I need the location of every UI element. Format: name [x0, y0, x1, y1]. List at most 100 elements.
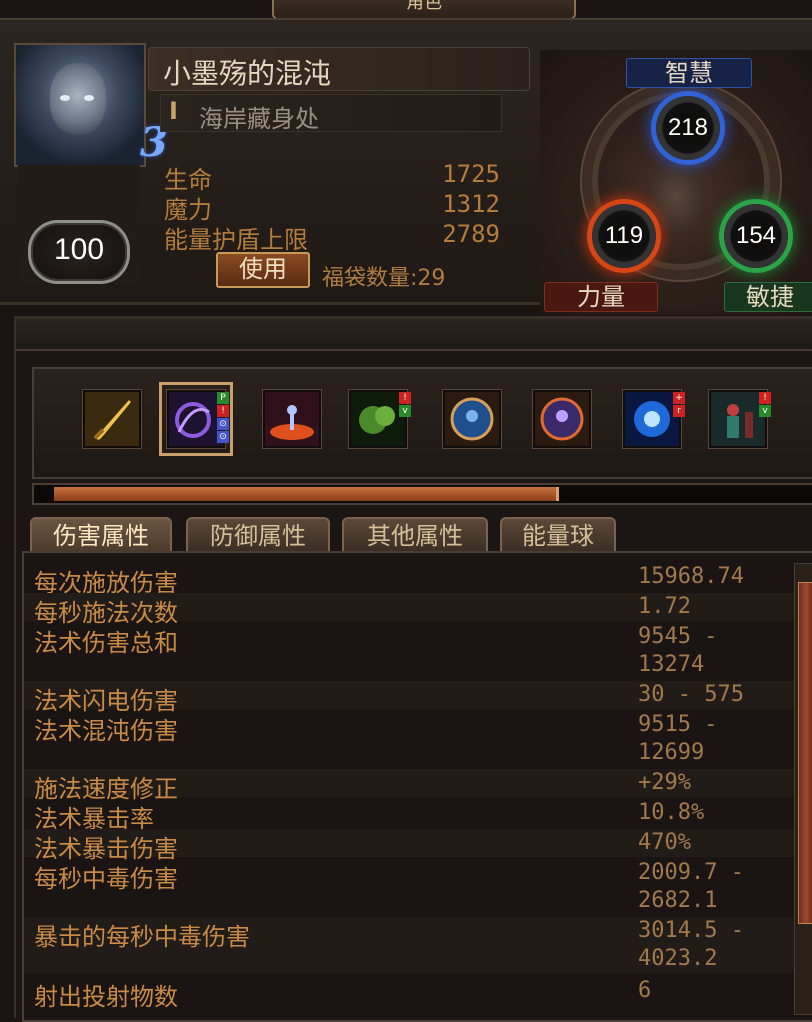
stat-row: 射出投射物数 6	[24, 977, 794, 1011]
attribute-panel: 218 119 154 智慧 力量 敏捷	[540, 50, 812, 315]
gem-sockets: P ! ⊙ ⊙	[217, 392, 229, 444]
level-frame: 100	[28, 220, 130, 284]
stat-label: 法术伤害总和	[34, 629, 178, 657]
skill-slot[interactable]: ! v	[708, 389, 771, 449]
skill-panel-header	[16, 319, 812, 351]
stat-value: 10.8%	[638, 800, 705, 825]
portrait-eye-icon	[84, 95, 94, 101]
skill-bar: P ! ⊙ ⊙ ! v + r ! v	[32, 367, 812, 479]
lucky-bag-count: 福袋数量:29	[322, 266, 446, 291]
mana-stat: 魔力 1312	[164, 190, 500, 224]
gem-socket-red: !	[399, 392, 411, 404]
stat-value: 2009.7 - 2682.1	[638, 860, 744, 913]
character-name-bar: 小墨殇的混沌	[148, 47, 530, 91]
dexterity-label: 敏捷	[724, 282, 812, 312]
portrait-face-icon	[50, 63, 106, 135]
energy-shield-stat: 能量护盾上限 2789	[164, 220, 500, 254]
level-column: 100	[18, 165, 140, 284]
red-aura-skill-icon	[535, 392, 589, 446]
tab-other[interactable]: 其他属性	[342, 517, 488, 553]
stat-value: 30 - 575	[638, 682, 744, 707]
stat-row: 施法速度修正 +29%	[24, 769, 794, 803]
stat-row: 法术暴击率 10.8%	[24, 799, 794, 833]
mana-value: 1312	[442, 190, 500, 218]
experience-bar-fill	[54, 487, 559, 501]
tab-damage[interactable]: 伤害属性	[30, 517, 172, 553]
life-stat: 生命 1725	[164, 160, 500, 194]
skill-slot[interactable]	[532, 389, 592, 449]
character-level: 100	[53, 233, 105, 266]
skill-slot[interactable]: + r	[622, 389, 685, 449]
stat-row: 每秒中毒伤害 2009.7 - 2682.1	[24, 859, 794, 915]
stat-row: 法术暴击伤害 470%	[24, 829, 794, 863]
use-button[interactable]: 使用	[216, 252, 310, 288]
gem-socket-red: !	[759, 392, 771, 404]
stat-row: 每秒施法次数 1.72	[24, 593, 794, 627]
location-bar: I 海岸藏身处	[160, 94, 502, 133]
gem-sockets: ! v	[759, 392, 771, 418]
stat-row: 法术伤害总和 9545 - 13274	[24, 623, 794, 679]
stat-value: 3014.5 - 4023.2	[638, 918, 744, 971]
skill-slot[interactable]: ! v	[348, 389, 411, 449]
gem-socket-red: r	[673, 405, 685, 417]
stat-value: 470%	[638, 830, 691, 855]
strength-label: 力量	[544, 282, 658, 312]
fire-nova-skill-icon	[265, 392, 319, 446]
location-name: 海岸藏身处	[199, 105, 319, 133]
life-value: 1725	[442, 160, 500, 188]
gem-socket-green: P	[217, 392, 229, 404]
stat-value: 6	[638, 978, 652, 1003]
stat-value: 9545 - 13274	[638, 624, 718, 677]
lightning-orb-skill-icon	[625, 392, 679, 446]
scrollbar-thumb[interactable]	[798, 582, 812, 924]
stat-label: 射出投射物数	[34, 983, 178, 1011]
stat-label: 法术混沌伤害	[34, 717, 178, 745]
window-title: 角色	[272, 0, 576, 20]
strength-orb[interactable]: 119	[592, 204, 656, 268]
stat-row: 暴击的每秒中毒伤害 3014.5 - 4023.2	[24, 917, 794, 973]
character-name: 小墨殇的混沌	[163, 57, 332, 90]
gem-socket-red: +	[673, 392, 685, 404]
chaos-spell-skill-icon	[169, 392, 223, 446]
stat-value: 1.72	[638, 594, 691, 619]
medusa-emblem-icon	[648, 162, 704, 232]
experience-bar	[32, 483, 812, 505]
skill-slot[interactable]	[82, 389, 142, 449]
stat-label: 每秒中毒伤害	[34, 865, 178, 893]
stat-label: 暴击的每秒中毒伤害	[34, 923, 250, 951]
energy-shield-label: 能量护盾上限	[164, 226, 308, 254]
blue-aura-skill-icon	[445, 392, 499, 446]
skill-slot[interactable]	[442, 389, 502, 449]
golden-sword-skill-icon	[85, 392, 139, 446]
gem-socket-green: v	[399, 405, 411, 417]
character-panel: 3 100 小墨殇的混沌 I 海岸藏身处 生命 1725 魔力 1312 能量护…	[0, 18, 812, 315]
gem-sockets: ! v	[399, 392, 411, 418]
stat-row: 每次施放伤害 15968.74	[24, 563, 794, 597]
location-rank-icon: I	[169, 97, 178, 125]
stats-scrollbar[interactable]	[794, 563, 812, 1015]
stat-row: 法术闪电伤害 30 - 575	[24, 681, 794, 715]
stat-row: 法术混沌伤害 9515 - 12699	[24, 711, 794, 767]
stat-value: 9515 - 12699	[638, 712, 718, 765]
intelligence-orb[interactable]: 218	[656, 96, 720, 160]
gem-socket-green: v	[759, 405, 771, 417]
summon-skill-icon	[711, 392, 765, 446]
intelligence-label: 智慧	[626, 58, 752, 88]
character-portrait[interactable]: 3	[14, 43, 168, 167]
portrait-eye-icon	[60, 95, 70, 101]
gem-sockets: + r	[673, 392, 685, 418]
gem-socket-blue: ⊙	[217, 418, 229, 430]
poison-cloud-skill-icon	[351, 392, 405, 446]
tab-defense[interactable]: 防御属性	[186, 517, 330, 553]
energy-shield-value: 2789	[442, 220, 500, 248]
skill-panel: P ! ⊙ ⊙ ! v + r ! v 伤害属性 防御属性 其他属性 能量球 每…	[14, 316, 812, 1022]
gem-socket-blue: ⊙	[217, 431, 229, 443]
gem-socket-red: !	[217, 405, 229, 417]
stats-list: 每次施放伤害 15968.74 每秒施法次数 1.72 法术伤害总和 9545 - 1…	[22, 551, 812, 1022]
tab-energy-orb[interactable]: 能量球	[500, 517, 616, 553]
skill-slot[interactable]	[262, 389, 322, 449]
skill-slot-selected[interactable]: P ! ⊙ ⊙	[159, 382, 233, 456]
dexterity-orb[interactable]: 154	[724, 204, 788, 268]
stat-value: 15968.74	[638, 564, 744, 589]
stat-value: +29%	[638, 770, 691, 795]
